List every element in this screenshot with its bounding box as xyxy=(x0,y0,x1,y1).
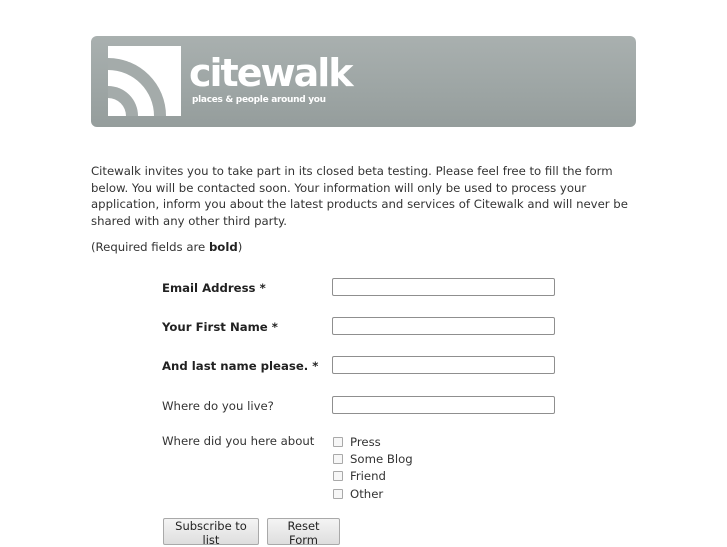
other-label: Other xyxy=(350,486,384,501)
other-checkbox[interactable] xyxy=(333,488,343,499)
press-label: Press xyxy=(350,434,381,449)
email-field[interactable] xyxy=(332,278,555,296)
location-field[interactable] xyxy=(332,396,555,414)
source-options: Press Some Blog Friend Other xyxy=(333,433,413,502)
first-name-field[interactable] xyxy=(332,317,555,335)
friend-label: Friend xyxy=(350,469,386,484)
source-option-friend[interactable]: Friend xyxy=(333,468,413,485)
last-name-label: And last name please. * xyxy=(162,359,319,373)
source-option-some-blog[interactable]: Some Blog xyxy=(333,450,413,467)
citewalk-logo-icon xyxy=(108,46,181,116)
required-note-bold: bold xyxy=(208,240,238,254)
intro-text: Citewalk invites you to take part in its… xyxy=(91,164,628,228)
reset-form-button[interactable]: Reset Form xyxy=(267,518,340,547)
subscribe-button[interactable]: Subscribe to list xyxy=(163,518,259,547)
location-label: Where do you live? xyxy=(162,399,274,413)
brand-name: citewalk xyxy=(189,51,354,95)
first-name-label: Your First Name * xyxy=(162,320,278,334)
source-label: Where did you here about xyxy=(162,434,315,448)
required-note: (Required fields are bold) xyxy=(91,239,242,255)
source-option-press[interactable]: Press xyxy=(333,433,413,450)
press-checkbox[interactable] xyxy=(333,436,343,447)
last-name-field[interactable] xyxy=(332,356,555,374)
required-note-prefix: (Required fields are xyxy=(91,240,209,254)
brand-tagline: places & people around you xyxy=(192,95,326,105)
header-banner: citewalk places & people around you xyxy=(91,36,636,127)
email-label: Email Address * xyxy=(162,281,266,295)
required-note-suffix: ) xyxy=(237,240,243,254)
some-blog-label: Some Blog xyxy=(350,451,413,466)
source-option-other[interactable]: Other xyxy=(333,485,413,502)
some-blog-checkbox[interactable] xyxy=(333,453,343,464)
friend-checkbox[interactable] xyxy=(333,471,343,482)
